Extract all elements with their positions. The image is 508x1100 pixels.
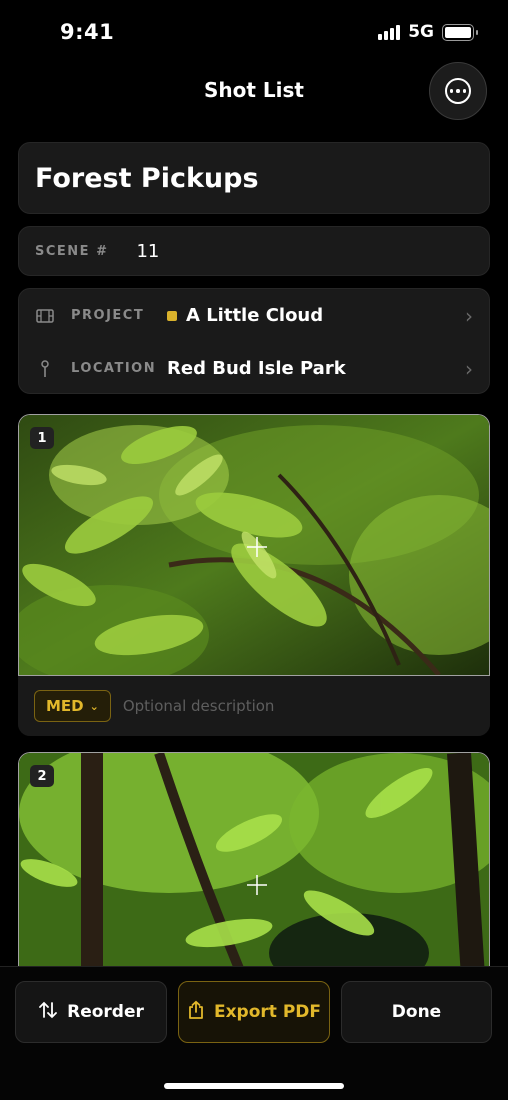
done-label: Done [391, 1002, 442, 1022]
project-color-dot [167, 310, 177, 321]
shot-card[interactable]: 2 [18, 752, 490, 982]
reorder-button[interactable]: Reorder [15, 981, 167, 1043]
chevron-down-icon: ⌄ [89, 699, 99, 713]
shot-size-label: MED [46, 697, 84, 715]
shot-number-badge: 2 [30, 765, 54, 787]
network-type: 5G [408, 22, 434, 42]
film-icon [35, 308, 55, 323]
location-row[interactable]: LOCATION Red Bud Isle Park › [19, 342, 489, 395]
shot-size-dropdown[interactable]: MED ⌄ [34, 690, 111, 722]
arrows-up-down-icon [38, 1000, 58, 1025]
project-label: PROJECT [71, 308, 145, 323]
more-options-button[interactable] [429, 62, 487, 120]
location-value: Red Bud Isle Park [167, 358, 346, 379]
shot-description-input[interactable] [122, 697, 423, 715]
home-indicator [164, 1083, 344, 1089]
chevron-right-icon: › [465, 356, 473, 381]
project-row[interactable]: PROJECT A Little Cloud › [19, 289, 489, 342]
reorder-label: Reorder [67, 1002, 144, 1022]
location-label: LOCATION [71, 361, 157, 376]
project-location-card: PROJECT A Little Cloud › LOCATION Red Bu… [18, 288, 490, 394]
ellipsis-circle-icon [445, 78, 471, 104]
shot-list-title-field[interactable]: Forest Pickups [18, 142, 490, 214]
battery-icon [442, 23, 478, 41]
crosshair-icon [247, 537, 267, 557]
bottom-toolbar: Reorder Export PDF Done [0, 966, 508, 1100]
shot-photo[interactable]: 2 [18, 752, 490, 982]
export-pdf-label: Export PDF [213, 1002, 322, 1022]
shot-photo[interactable]: 1 [18, 414, 490, 676]
project-name: A Little Cloud [186, 305, 324, 326]
cellular-signal-icon [378, 24, 401, 40]
shot-footer: MED ⌄ [18, 676, 490, 736]
scene-number-field[interactable]: SCENE # 11 [18, 226, 490, 276]
status-time: 9:41 [60, 20, 115, 44]
project-value: A Little Cloud [167, 305, 323, 326]
share-icon [187, 1000, 205, 1025]
scene-value: 11 [136, 240, 160, 262]
chevron-right-icon: › [465, 303, 473, 328]
crosshair-icon [247, 875, 267, 895]
pin-icon [35, 359, 55, 378]
status-bar: 9:41 5G [0, 0, 508, 64]
shot-number-badge: 1 [30, 427, 54, 449]
scene-label: SCENE # [35, 243, 109, 259]
forest-photo [19, 753, 489, 982]
done-button[interactable]: Done [341, 981, 492, 1043]
status-icons: 5G [378, 22, 478, 42]
export-pdf-button[interactable]: Export PDF [178, 981, 330, 1043]
shot-card[interactable]: 1 MED ⌄ [18, 414, 490, 736]
shot-list-title: Forest Pickups [35, 162, 259, 194]
